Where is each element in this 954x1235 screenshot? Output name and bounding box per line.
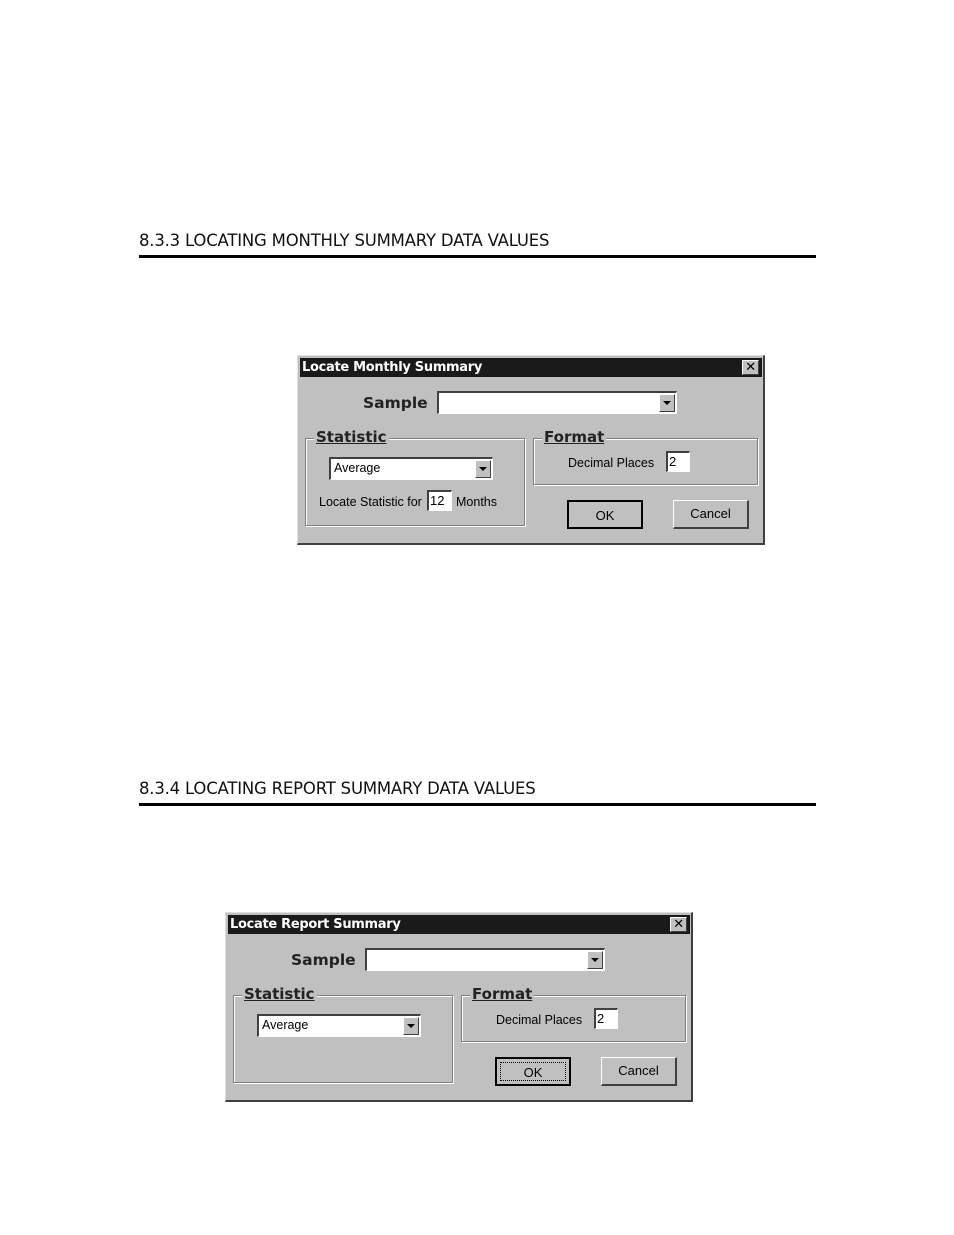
decimal-places-input[interactable]: 2 <box>666 451 690 472</box>
decimal-places-label: Decimal Places <box>568 456 655 470</box>
close-button[interactable]: ✕ <box>670 917 687 932</box>
dialog-titlebar: Locate Report Summary ✕ <box>228 915 690 934</box>
statistic-group-label: Statistic <box>242 985 317 1003</box>
format-group-label: Format <box>470 985 535 1003</box>
dialog-title: Locate Monthly Summary <box>302 360 483 375</box>
cancel-button[interactable]: Cancel <box>601 1057 677 1086</box>
dialog-titlebar: Locate Monthly Summary ✕ <box>300 358 762 377</box>
section-heading-monthly-summary: 8.3.3 LOCATING MONTHLY SUMMARY DATA VALU… <box>139 231 816 258</box>
format-group-label: Format <box>542 428 607 446</box>
decimal-places-label: Decimal Places <box>496 1013 583 1027</box>
statistic-group: Statistic Average <box>233 985 453 1083</box>
statistic-group: Statistic Average Locate Statistic for 1… <box>305 428 525 526</box>
close-icon: ✕ <box>745 360 756 375</box>
sample-label: Sample <box>363 394 428 412</box>
format-group: Format Decimal Places 2 <box>533 428 758 485</box>
statistic-value: Average <box>262 1018 309 1032</box>
chevron-down-icon[interactable] <box>475 460 491 478</box>
statistic-value: Average <box>334 461 381 475</box>
decimal-places-input[interactable]: 2 <box>594 1008 618 1029</box>
locate-monthly-summary-dialog: Locate Monthly Summary ✕ Sample Statisti… <box>297 355 765 545</box>
sample-dropdown[interactable] <box>365 948 605 971</box>
chevron-down-icon[interactable] <box>659 394 675 412</box>
ok-button[interactable]: OK <box>495 1057 571 1086</box>
statistic-dropdown[interactable]: Average <box>329 457 493 480</box>
months-input[interactable]: 12 <box>427 490 452 511</box>
close-icon: ✕ <box>673 917 684 932</box>
chevron-down-icon[interactable] <box>403 1017 419 1035</box>
sample-dropdown[interactable] <box>437 391 677 414</box>
statistic-dropdown[interactable]: Average <box>257 1014 421 1037</box>
statistic-group-label: Statistic <box>314 428 389 446</box>
ok-label: OK <box>595 508 615 523</box>
dialog-title: Locate Report Summary <box>230 917 401 932</box>
months-label: Months <box>456 495 497 509</box>
cancel-button[interactable]: Cancel <box>673 500 749 529</box>
chevron-down-icon[interactable] <box>587 951 603 969</box>
close-button[interactable]: ✕ <box>742 360 759 375</box>
ok-button[interactable]: OK <box>567 500 643 529</box>
ok-label: OK <box>500 1062 566 1081</box>
sample-label: Sample <box>291 951 356 969</box>
locate-report-summary-dialog: Locate Report Summary ✕ Sample Statistic… <box>225 912 693 1102</box>
section-heading-report-summary: 8.3.4 LOCATING REPORT SUMMARY DATA VALUE… <box>139 779 816 806</box>
locate-statistic-for-label: Locate Statistic for <box>319 495 422 509</box>
format-group: Format Decimal Places 2 <box>461 985 686 1042</box>
